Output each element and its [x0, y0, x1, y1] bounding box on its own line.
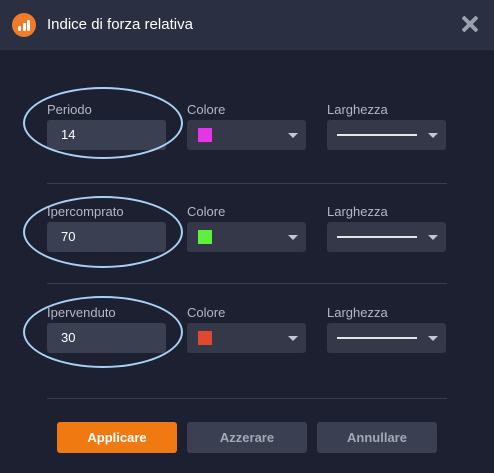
divider	[47, 283, 447, 284]
caret-down-icon	[288, 336, 298, 341]
caret-down-icon	[288, 133, 298, 138]
caret-down-icon	[288, 235, 298, 240]
settings-row-oversold: Ipervenduto 30 Colore Larghezza	[0, 0, 494, 353]
width-label: Larghezza	[327, 204, 388, 219]
param-label: Periodo	[47, 102, 92, 117]
line-width-dropdown[interactable]	[327, 120, 446, 150]
reset-button[interactable]: Azzerare	[187, 422, 307, 453]
color-swatch	[198, 128, 212, 142]
apply-button[interactable]: Applicare	[57, 422, 177, 453]
color-swatch	[198, 230, 212, 244]
caret-down-icon	[428, 235, 438, 240]
overbought-input[interactable]: 70	[47, 222, 166, 252]
divider	[47, 183, 447, 184]
width-label: Larghezza	[327, 305, 388, 320]
line-width-dropdown[interactable]	[327, 323, 446, 353]
cancel-button[interactable]: Annullare	[317, 422, 437, 453]
caret-down-icon	[428, 336, 438, 341]
color-label: Colore	[187, 305, 226, 320]
divider	[47, 398, 447, 399]
color-label: Colore	[187, 204, 226, 219]
line-width-sample	[337, 134, 417, 136]
period-input[interactable]: 14	[47, 120, 166, 150]
line-width-sample	[337, 337, 417, 339]
color-swatch	[198, 331, 212, 345]
color-dropdown[interactable]	[187, 222, 306, 252]
width-label: Larghezza	[327, 102, 388, 117]
line-width-sample	[337, 236, 417, 238]
color-label: Colore	[187, 102, 226, 117]
color-dropdown[interactable]	[187, 120, 306, 150]
line-width-dropdown[interactable]	[327, 222, 446, 252]
caret-down-icon	[428, 133, 438, 138]
oversold-input[interactable]: 30	[47, 323, 166, 353]
color-dropdown[interactable]	[187, 323, 306, 353]
param-label: Ipercomprato	[47, 204, 124, 219]
param-label: Ipervenduto	[47, 305, 116, 320]
